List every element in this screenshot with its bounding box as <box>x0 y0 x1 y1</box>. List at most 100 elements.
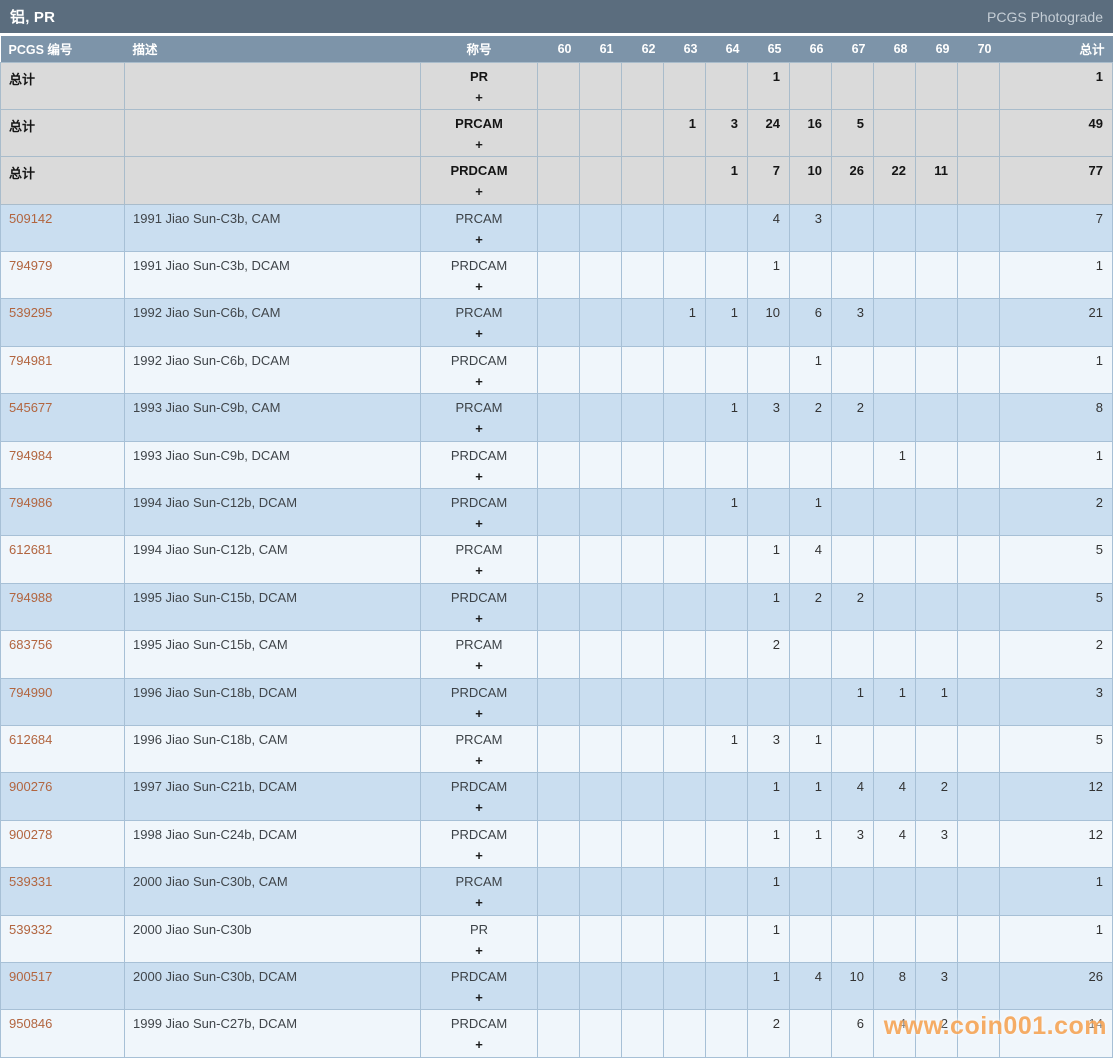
grade-63-count-cell <box>663 772 706 821</box>
grade-62-count-cell <box>621 819 664 869</box>
grade-67-count-cell: 2 <box>831 582 874 632</box>
designation-cell: PR + <box>420 914 538 963</box>
pcgs-number-cell: 900278 <box>0 819 125 869</box>
pcgs-number-cell: 539332 <box>0 914 125 963</box>
row-total-cell: 26 <box>999 961 1113 1011</box>
description-cell: 1991 Jiao Sun-C3b, DCAM <box>124 251 421 300</box>
designation-label: PR <box>469 921 489 937</box>
grade-64-count-cell <box>705 61 748 110</box>
row-total-cell: 12 <box>999 819 1113 869</box>
grade-67-count-cell: 26 <box>831 156 874 205</box>
grade-65-count-cell: 1 <box>747 61 790 110</box>
plus-designation-label: + <box>475 942 483 958</box>
plus-designation-label: + <box>475 610 483 626</box>
pcgs-number-link[interactable]: 545677 <box>9 400 52 415</box>
pcgs-number-link[interactable]: 539295 <box>9 305 52 320</box>
table-row: 509142 1991 Jiao Sun-C3b, CAM PRCAM +4 3 7 <box>0 203 1113 253</box>
designation-cell: PRDCAM + <box>420 772 538 821</box>
description-cell <box>124 61 421 110</box>
column-header-grade-67: 67 <box>831 36 874 62</box>
designation-cell: PRCAM + <box>420 867 538 916</box>
pcgs-number-link[interactable]: 509142 <box>9 211 52 226</box>
pcgs-number-link[interactable]: 612684 <box>9 732 52 747</box>
grade-62-count-cell <box>621 203 664 253</box>
grade-66-count-cell <box>789 867 832 916</box>
description-cell: 2000 Jiao Sun-C30b <box>124 914 421 963</box>
grade-70-count-cell <box>957 298 1000 347</box>
column-header-description: 描述 <box>124 36 421 62</box>
grade-66-count-cell <box>789 61 832 110</box>
pcgs-number-link[interactable]: 794984 <box>9 448 52 463</box>
grade-67-count-cell <box>831 724 874 774</box>
plus-designation-label: + <box>475 184 483 200</box>
pcgs-number-link[interactable]: 794986 <box>9 495 52 510</box>
grade-70-count-cell <box>957 819 1000 869</box>
row-total-cell: 14 <box>999 1009 1113 1058</box>
designation-cell: PRDCAM + <box>420 582 538 632</box>
grade-69-count-cell <box>915 108 958 158</box>
grade-64-count-cell <box>705 251 748 300</box>
pcgs-number-cell: 539295 <box>0 298 125 347</box>
pcgs-number-link[interactable]: 900278 <box>9 827 52 842</box>
designation-cell: PR + <box>420 61 538 110</box>
grade-67-count-cell <box>831 867 874 916</box>
grade-68-count-cell <box>873 345 916 395</box>
table-row: 794981 1992 Jiao Sun-C6b, DCAM PRDCAM +1 1 <box>0 345 1113 395</box>
designation-label: PRDCAM <box>450 447 508 463</box>
column-header-grade-65: 65 <box>747 36 790 62</box>
designation-cell: PRDCAM + <box>420 440 538 490</box>
table-row: 794990 1996 Jiao Sun-C18b, DCAM PRDCAM +1 1 1… <box>0 677 1113 726</box>
grade-68-count-cell <box>873 582 916 632</box>
grade-69-count-cell: 3 <box>915 961 958 1011</box>
designation-label: PRDCAM <box>450 258 508 274</box>
grade-62-count-cell <box>621 582 664 632</box>
pcgs-number-link[interactable]: 794988 <box>9 590 52 605</box>
grade-60-count-cell <box>537 772 580 821</box>
pcgs-number-link[interactable]: 539331 <box>9 874 52 889</box>
grade-60-count-cell <box>537 582 580 632</box>
pcgs-number-link[interactable]: 794981 <box>9 353 52 368</box>
grade-65-count-cell: 7 <box>747 156 790 205</box>
designation-label: PRCAM <box>455 874 503 890</box>
grade-70-count-cell <box>957 582 1000 632</box>
grade-60-count-cell <box>537 535 580 584</box>
designation-label: PRDCAM <box>450 352 508 368</box>
grade-70-count-cell <box>957 203 1000 253</box>
plus-designation-label: + <box>475 658 483 674</box>
grade-63-count-cell <box>663 251 706 300</box>
row-total-cell: 1 <box>999 61 1113 110</box>
grade-60-count-cell <box>537 393 580 442</box>
designation-label: PRDCAM <box>450 589 508 605</box>
pcgs-number-link[interactable]: 900517 <box>9 969 52 984</box>
grade-70-count-cell <box>957 156 1000 205</box>
grade-64-count-cell <box>705 630 748 679</box>
pcgs-number-link[interactable]: 950846 <box>9 1016 52 1031</box>
grade-62-count-cell <box>621 298 664 347</box>
pcgs-number-link[interactable]: 683756 <box>9 637 52 652</box>
grade-64-count-cell <box>705 582 748 632</box>
pcgs-number-link[interactable]: 900276 <box>9 779 52 794</box>
grade-60-count-cell <box>537 961 580 1011</box>
pcgs-number-link[interactable]: 794979 <box>9 258 52 273</box>
grade-63-count-cell <box>663 345 706 395</box>
grade-62-count-cell <box>621 156 664 205</box>
grade-64-count-cell <box>705 440 748 490</box>
grade-64-count-cell <box>705 345 748 395</box>
grade-61-count-cell <box>579 914 622 963</box>
grade-66-count-cell: 4 <box>789 961 832 1011</box>
pcgs-number-link[interactable]: 539332 <box>9 922 52 937</box>
grade-60-count-cell <box>537 488 580 537</box>
grade-61-count-cell <box>579 630 622 679</box>
pcgs-number-cell: 794979 <box>0 251 125 300</box>
grade-64-count-cell <box>705 772 748 821</box>
grade-60-count-cell <box>537 156 580 205</box>
pcgs-number-link[interactable]: 612681 <box>9 542 52 557</box>
grade-62-count-cell <box>621 345 664 395</box>
grade-60-count-cell <box>537 677 580 726</box>
grade-62-count-cell <box>621 724 664 774</box>
grade-62-count-cell <box>621 108 664 158</box>
designation-label: PRCAM <box>455 637 503 653</box>
plus-designation-label: + <box>475 326 483 342</box>
grade-70-count-cell <box>957 393 1000 442</box>
pcgs-number-link[interactable]: 794990 <box>9 685 52 700</box>
